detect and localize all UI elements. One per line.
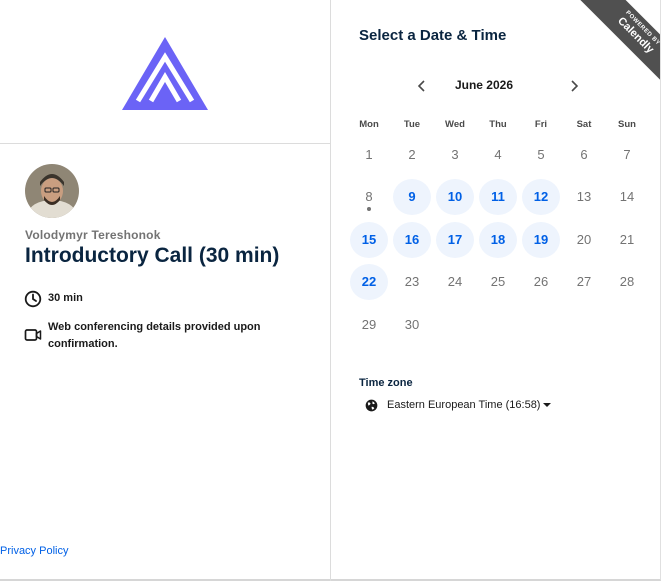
calendar-day: 30 bbox=[393, 307, 431, 343]
privacy-policy-link[interactable]: Privacy Policy bbox=[0, 545, 68, 557]
calendar-day-number: 1 bbox=[365, 147, 373, 162]
calendar-day: 13 bbox=[565, 179, 603, 215]
calendar-day: 5 bbox=[522, 137, 560, 173]
calendar-day-number: 4 bbox=[494, 147, 502, 162]
calendar-day-number: 16 bbox=[404, 232, 420, 247]
calendar-day-number: 21 bbox=[619, 232, 635, 247]
calendar-day-available[interactable]: 11 bbox=[479, 179, 517, 215]
calendar-day-available[interactable]: 9 bbox=[393, 179, 431, 215]
powered-by-calendly-badge[interactable]: POWERED BY Calendly bbox=[570, 0, 660, 90]
calendar-day: 21 bbox=[608, 222, 646, 258]
event-title: Introductory Call (30 min) bbox=[25, 244, 280, 267]
calendar-day-number: 9 bbox=[408, 189, 416, 204]
weekday-header: Wed bbox=[445, 119, 465, 130]
host-name: Volodymyr Tereshonok bbox=[25, 228, 161, 242]
calendar-day-number: 23 bbox=[404, 274, 420, 289]
calendar-day-number: 2 bbox=[408, 147, 416, 162]
calendar-day-number: 24 bbox=[447, 274, 463, 289]
calendar-day-number: 14 bbox=[619, 189, 635, 204]
calendar-day-number: 7 bbox=[623, 147, 631, 162]
weekday-header: Fri bbox=[534, 119, 548, 130]
logo-area bbox=[0, 0, 330, 144]
calendar-day-number: 11 bbox=[491, 189, 505, 204]
caret-down-icon bbox=[543, 403, 552, 407]
calendar-day: 4 bbox=[479, 137, 517, 173]
calendar-day: 20 bbox=[565, 222, 603, 258]
calendar-day: 23 bbox=[393, 264, 431, 300]
event-details-panel: Volodymyr Tereshonok Introductory Call (… bbox=[0, 0, 331, 581]
host-avatar bbox=[25, 164, 79, 218]
calendar-day: 14 bbox=[608, 179, 646, 215]
calendar-day: 25 bbox=[479, 264, 517, 300]
calendar-day: 1 bbox=[350, 137, 388, 173]
calendar-day-number: 3 bbox=[451, 147, 459, 162]
calendar-day-number: 12 bbox=[533, 189, 549, 204]
timezone-label: Time zone bbox=[359, 377, 413, 389]
calendar-day: 8 bbox=[350, 179, 388, 215]
badge-calendly: Calendly bbox=[615, 14, 657, 56]
calendar-day: 24 bbox=[436, 264, 474, 300]
calendar-day-available[interactable]: 10 bbox=[436, 179, 474, 215]
calendar-day-number: 13 bbox=[576, 189, 592, 204]
clock-icon bbox=[24, 290, 42, 308]
calendar-day-number: 26 bbox=[533, 274, 549, 289]
calendar-day: 6 bbox=[565, 137, 603, 173]
calendar-day-number: 6 bbox=[580, 147, 588, 162]
timezone-value: Eastern European Time (16:58) bbox=[387, 399, 541, 411]
calendar-day-number: 8 bbox=[365, 189, 373, 204]
weekday-header: Mon bbox=[359, 119, 379, 130]
calendar-day-available[interactable]: 16 bbox=[393, 222, 431, 258]
calendar-day-number: 20 bbox=[576, 232, 592, 247]
calendar-day-available[interactable]: 18 bbox=[479, 222, 517, 258]
calendar-day: 28 bbox=[608, 264, 646, 300]
calendar-day-number: 10 bbox=[447, 189, 463, 204]
calendar-day: 27 bbox=[565, 264, 603, 300]
calendar-day-available[interactable]: 19 bbox=[522, 222, 560, 258]
calendar-day-number: 19 bbox=[533, 232, 549, 247]
calendar-day-number: 30 bbox=[404, 317, 420, 332]
calendar-day-available[interactable]: 12 bbox=[522, 179, 560, 215]
calendar-day-number: 25 bbox=[490, 274, 506, 289]
globe-icon bbox=[365, 399, 378, 411]
calendar-day-available[interactable]: 15 bbox=[350, 222, 388, 258]
calendar-day: 7 bbox=[608, 137, 646, 173]
conferencing-note: Web conferencing details provided upon c… bbox=[48, 321, 261, 350]
video-camera-icon bbox=[24, 329, 42, 341]
timezone-select[interactable]: Eastern European Time (16:58) bbox=[365, 396, 552, 414]
calendar-day-number: 18 bbox=[490, 232, 506, 247]
calendar-day-number: 5 bbox=[537, 147, 545, 162]
calendar-day-number: 28 bbox=[619, 274, 635, 289]
calendar-day-number: 15 bbox=[361, 232, 377, 247]
company-logo bbox=[122, 37, 208, 110]
calendar-day-number: 29 bbox=[361, 317, 377, 332]
calendar-day: 26 bbox=[522, 264, 560, 300]
event-duration: 30 min bbox=[48, 292, 83, 304]
weekday-header: Thu bbox=[489, 119, 507, 130]
calendar-day-available[interactable]: 17 bbox=[436, 222, 474, 258]
select-date-title: Select a Date & Time bbox=[359, 27, 507, 44]
calendar-day: 29 bbox=[350, 307, 388, 343]
weekday-header: Sat bbox=[576, 119, 592, 130]
calendar-day: 3 bbox=[436, 137, 474, 173]
calendar-day-number: 17 bbox=[447, 232, 463, 247]
booking-card: Volodymyr Tereshonok Introductory Call (… bbox=[0, 0, 661, 581]
calendar-day-number: 27 bbox=[576, 274, 592, 289]
calendar-day: 2 bbox=[393, 137, 431, 173]
weekday-header: Sun bbox=[618, 119, 636, 130]
calendar-day-available[interactable]: 22 bbox=[350, 264, 388, 300]
weekday-header: Tue bbox=[403, 119, 421, 130]
calendar-day-number: 22 bbox=[361, 274, 377, 289]
today-indicator bbox=[367, 207, 371, 211]
